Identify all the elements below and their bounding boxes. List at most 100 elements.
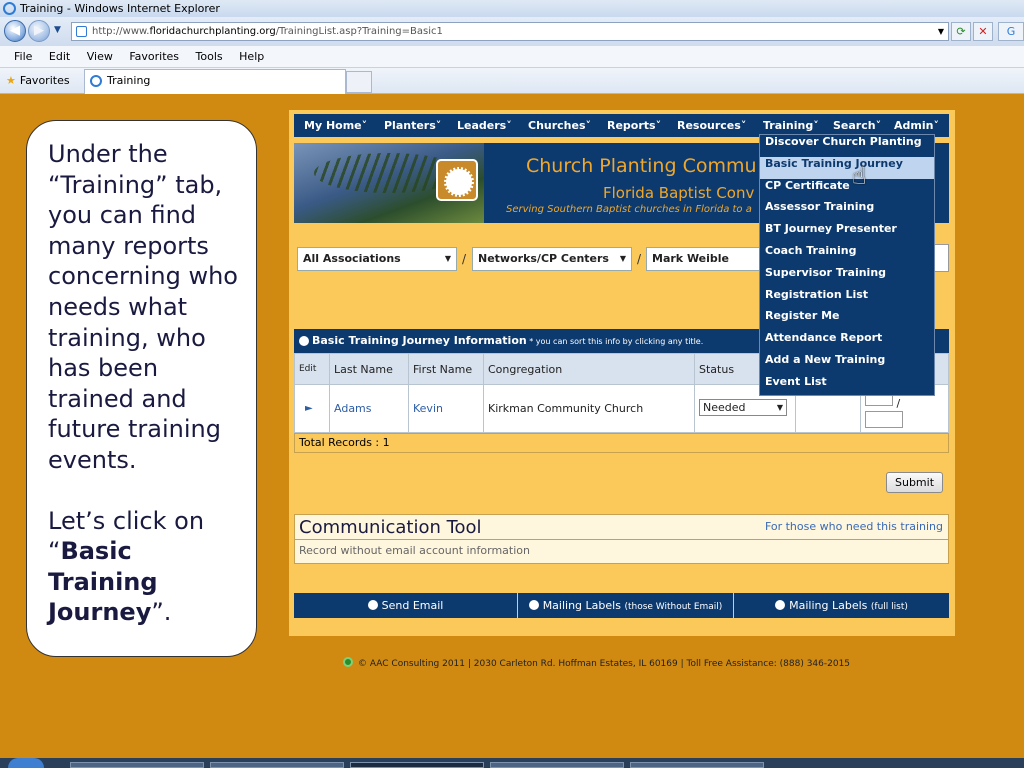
filter-separator: /	[637, 252, 642, 266]
menu-item-cp-certificate[interactable]: CP Certificate	[760, 179, 934, 201]
start-button[interactable]	[8, 758, 44, 768]
nav-my-home[interactable]: My Home˅	[304, 114, 367, 137]
menu-item-add-new-training[interactable]: Add a New Training	[760, 353, 934, 375]
date-input-2[interactable]	[865, 411, 903, 428]
taskbar-item[interactable]	[630, 762, 764, 768]
mailing-labels-label: Mailing Labels	[542, 599, 621, 612]
networks-value: Networks/CP Centers	[478, 252, 609, 265]
arrow-circle-icon	[528, 600, 539, 610]
chevron-down-icon: ▼	[619, 254, 626, 263]
col-edit[interactable]: Edit	[294, 353, 330, 385]
menu-item-attendance-report[interactable]: Attendance Report	[760, 331, 934, 353]
cell-first-name[interactable]: Kevin	[408, 384, 484, 433]
col-first-name[interactable]: First Name	[408, 353, 484, 385]
taskbar-item[interactable]	[490, 762, 624, 768]
cell-congregation: Kirkman Community Church	[483, 384, 695, 433]
recent-pages-chevron-icon[interactable]: ▼	[54, 25, 61, 35]
networks-select[interactable]: Networks/CP Centers ▼	[472, 247, 632, 271]
menu-item-event-list[interactable]: Event List	[760, 375, 934, 397]
taskbar-item[interactable]	[70, 762, 204, 768]
arrow-circle-icon	[775, 600, 786, 610]
send-email-button[interactable]: Send Email	[294, 593, 518, 618]
menu-item-register-me[interactable]: Register Me	[760, 309, 934, 331]
mailing-labels-full-label: Mailing Labels	[789, 599, 868, 612]
communication-title-text: Communication Tool	[299, 517, 482, 538]
mailing-labels-no-email-button[interactable]: Mailing Labels (those Without Email)	[518, 593, 734, 618]
callout-paragraph-1: Under the “Training” tab, you can find m…	[48, 140, 238, 474]
menu-help[interactable]: Help	[239, 50, 264, 63]
submit-button[interactable]: Submit	[886, 472, 943, 493]
mailing-labels-full-button[interactable]: Mailing Labels (full list)	[734, 593, 949, 618]
url-path: /TrainingList.asp?Training=Basic1	[275, 26, 443, 37]
forward-arrow-icon[interactable]: ▶	[28, 20, 50, 42]
banner-subtitle: Florida Baptist Conv	[603, 184, 755, 202]
communication-row: Record without email account information	[294, 540, 949, 564]
filter-separator: /	[462, 252, 467, 266]
menu-item-supervisor-training[interactable]: Supervisor Training	[760, 266, 934, 288]
instruction-callout: Under the “Training” tab, you can find m…	[26, 120, 257, 657]
menu-item-basic-training-journey[interactable]: Basic Training Journey	[760, 156, 934, 179]
section-note: * you can sort this info by clicking any…	[526, 337, 704, 346]
menu-file[interactable]: File	[14, 50, 32, 63]
chevron-down-icon: ▼	[776, 403, 783, 412]
menu-tools[interactable]: Tools	[196, 50, 223, 63]
hand-pointer-icon: ☝	[852, 162, 867, 190]
menu-item-registration-list[interactable]: Registration List	[760, 288, 934, 310]
site-logo	[436, 159, 478, 201]
menu-edit[interactable]: Edit	[49, 50, 70, 63]
menu-item-assessor-training[interactable]: Assessor Training	[760, 200, 934, 222]
date-separator: /	[896, 397, 901, 410]
refresh-icon[interactable]: ⟳	[951, 22, 971, 41]
nav-planters[interactable]: Planters˅	[384, 114, 441, 137]
nav-resources[interactable]: Resources˅	[677, 114, 746, 137]
url-field[interactable]: http://www.floridachurchplanting.org/Tra…	[71, 22, 949, 41]
mailing-labels-full-note: (full list)	[870, 602, 908, 612]
tab-training[interactable]: Training	[84, 69, 346, 94]
section-title: Basic Training Journey Information	[312, 334, 527, 347]
taskbar-item[interactable]	[350, 762, 484, 768]
back-arrow-icon[interactable]: ◀	[4, 20, 26, 42]
send-email-label: Send Email	[381, 599, 444, 612]
callout-suffix: ”.	[151, 598, 172, 627]
url-domain: floridachurchplanting.org	[149, 26, 276, 37]
status-select[interactable]: Needed ▼	[699, 399, 787, 416]
menu-item-bt-journey-presenter[interactable]: BT Journey Presenter	[760, 222, 934, 244]
col-congregation[interactable]: Congregation	[483, 353, 695, 385]
menu-view[interactable]: View	[87, 50, 113, 63]
chevron-down-icon: ▼	[444, 254, 451, 263]
communication-tool: Communication Tool For those who need th…	[294, 514, 949, 592]
banner-tagline: Serving Southern Baptist churches in Flo…	[506, 204, 752, 215]
training-dropdown-menu: Discover Church Planting Basic Training …	[759, 134, 935, 396]
menu-item-coach-training[interactable]: Coach Training	[760, 244, 934, 266]
nav-reports[interactable]: Reports˅	[607, 114, 661, 137]
url-dropdown-icon[interactable]: ▼	[938, 23, 944, 40]
menu-favorites[interactable]: Favorites	[129, 50, 179, 63]
window-title: Training - Windows Internet Explorer	[20, 2, 220, 15]
favorites-button[interactable]: ★ Favorites	[6, 72, 70, 90]
new-tab-button[interactable]	[346, 71, 372, 93]
page-icon	[76, 26, 87, 37]
taskbar	[0, 758, 1024, 768]
cell-last-name[interactable]: Adams	[329, 384, 409, 433]
menu-bar: File Edit View Favorites Tools Help	[0, 46, 1024, 68]
page-footer: © AAC Consulting 2011 | 2030 Carleton Rd…	[343, 657, 850, 669]
tab-label: Training	[107, 74, 151, 87]
stop-icon[interactable]: ✕	[973, 22, 993, 41]
menu-item-discover-church-planting[interactable]: Discover Church Planting	[760, 135, 934, 157]
address-bar: ◀ ▶ ▼ http://www.floridachurchplanting.o…	[0, 17, 1024, 46]
col-last-name[interactable]: Last Name	[329, 353, 409, 385]
nav-leaders[interactable]: Leaders˅	[457, 114, 512, 137]
banner-title: Church Planting Commu	[526, 155, 757, 177]
edit-arrow-icon[interactable]: ►	[294, 384, 330, 433]
search-provider-icon[interactable]: G	[998, 22, 1024, 41]
nav-churches[interactable]: Churches˅	[528, 114, 591, 137]
person-select[interactable]: Mark Weible	[646, 247, 766, 271]
window-title-bar: Training - Windows Internet Explorer	[0, 0, 1024, 17]
ie-tab-icon	[90, 75, 102, 87]
arrow-circle-icon	[367, 600, 378, 610]
association-select[interactable]: All Associations ▼	[297, 247, 457, 271]
total-records: Total Records : 1	[294, 433, 949, 453]
taskbar-item[interactable]	[210, 762, 344, 768]
person-value: Mark Weible	[652, 252, 730, 265]
arrow-circle-icon	[299, 336, 309, 346]
